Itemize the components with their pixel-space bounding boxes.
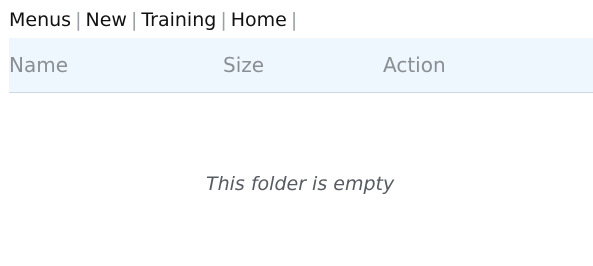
breadcrumb-item-home[interactable]: Home: [231, 9, 287, 31]
breadcrumb-separator: |: [75, 9, 82, 31]
breadcrumb-item-training[interactable]: Training: [141, 9, 216, 31]
breadcrumb-item-new[interactable]: New: [85, 9, 126, 31]
column-header-action: Action: [383, 53, 446, 77]
breadcrumb: Menus | New | Training | Home |: [9, 6, 301, 34]
file-browser: Menus | New | Training | Home | Name Size Actio…: [0, 0, 593, 266]
table-header-row: Name Size Action: [9, 38, 593, 93]
column-header-name[interactable]: Name: [9, 38, 68, 92]
column-header-size[interactable]: Size: [223, 38, 264, 92]
breadcrumb-separator: |: [290, 9, 298, 31]
empty-folder-message: This folder is empty: [206, 173, 395, 195]
breadcrumb-separator: |: [220, 9, 227, 31]
breadcrumb-separator: |: [130, 9, 138, 31]
breadcrumb-item-menus[interactable]: Menus: [9, 9, 71, 31]
